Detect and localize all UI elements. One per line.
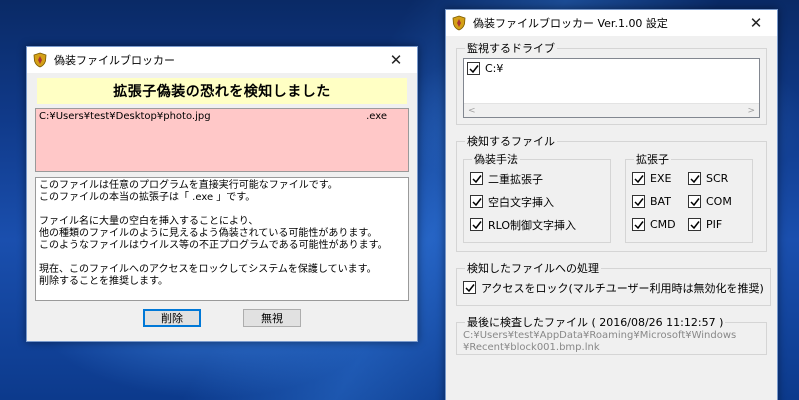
detected-extension: .exe [366,111,387,122]
checkbox-label: PIF [706,218,723,231]
checkbox-label: SCR [706,172,729,185]
extension-group: 拡張子 EXE SCR BAT COM CMD PIF [625,151,753,243]
shield-icon [452,15,466,31]
checkbox-label: COM [706,195,732,208]
method-double-ext[interactable]: 二重拡張子 [470,167,604,190]
checkbox[interactable] [632,218,645,231]
ignore-button[interactable]: 無視 [243,309,301,327]
checkmark-icon [689,220,700,229]
checkmark-icon [633,220,644,229]
drive-list[interactable]: C:¥ < > [463,58,760,118]
detect-group: 検知するファイル 偽装手法 二重拡張子 空白文字挿入 RLO制御文字挿入 拡張子… [456,133,767,252]
close-icon[interactable]: ✕ [381,49,411,71]
ext-exe[interactable]: EXE [632,167,688,190]
checkmark-icon [468,64,479,73]
lock-access-option[interactable]: アクセスをロック(マルチユーザー利用時は無効化を推奨) [463,276,764,299]
checkbox-label: 二重拡張子 [488,172,543,186]
delete-button[interactable]: 削除 [143,309,201,327]
checkbox[interactable] [688,172,701,185]
method-legend: 偽装手法 [474,153,518,166]
checkbox[interactable] [470,218,483,231]
alert-window: 偽装ファイルブロッカー ✕ 拡張子偽装の恐れを検知しました C:¥Users¥t… [26,46,418,342]
action-legend: 検知したファイルへの処理 [467,262,599,275]
checkbox-label: BAT [650,195,671,208]
shield-icon [33,52,47,68]
last-scan-group: 最後に検査したファイル ( 2016/08/26 11:12:57 ) C:¥U… [456,314,767,355]
ext-bat[interactable]: BAT [632,190,688,213]
ext-com[interactable]: COM [688,190,744,213]
checkmark-icon [471,197,482,206]
checkmark-icon [471,220,482,229]
method-space-insert[interactable]: 空白文字挿入 [470,190,604,213]
alert-titlebar[interactable]: 偽装ファイルブロッカー ✕ [27,47,417,73]
checkbox[interactable] [632,195,645,208]
ext-scr[interactable]: SCR [688,167,744,190]
checkbox[interactable] [688,218,701,231]
detect-legend: 検知するファイル [467,135,555,148]
last-scan-path-1: C:¥Users¥test¥AppData¥Roaming¥Microsoft¥… [463,330,737,341]
last-scan-legend: 最後に検査したファイル ( 2016/08/26 11:12:57 ) [467,316,724,329]
last-scan-path-2: ¥Recent¥block001.bmp.lnk [463,342,600,353]
detected-path-box: C:¥Users¥test¥Desktop¥photo.jpg .exe [35,108,409,172]
settings-title: 偽装ファイルブロッカー Ver.1.00 設定 [473,17,668,30]
drives-group: 監視するドライブ C:¥ < > [456,40,767,125]
scroll-right-icon[interactable]: > [747,106,755,116]
checkmark-icon [689,174,700,183]
alert-title: 偽装ファイルブロッカー [54,54,175,67]
method-group: 偽装手法 二重拡張子 空白文字挿入 RLO制御文字挿入 [463,151,611,243]
settings-titlebar[interactable]: 偽装ファイルブロッカー Ver.1.00 設定 ✕ [446,10,777,36]
settings-window: 偽装ファイルブロッカー Ver.1.00 設定 ✕ 監視するドライブ C:¥ <… [445,9,778,400]
checkmark-icon [471,174,482,183]
ext-legend: 拡張子 [636,153,669,166]
checkbox[interactable] [688,195,701,208]
checkbox[interactable] [632,172,645,185]
checkmark-icon [633,174,644,183]
horizontal-scrollbar[interactable]: < > [464,103,759,117]
drive-checkbox[interactable] [467,62,480,75]
checkbox-label: RLO制御文字挿入 [488,218,577,232]
detected-path: C:¥Users¥test¥Desktop¥photo.jpg [39,111,211,122]
drives-legend: 監視するドライブ [467,42,555,55]
lock-label: アクセスをロック(マルチユーザー利用時は無効化を推奨) [481,281,764,295]
method-rlo-insert[interactable]: RLO制御文字挿入 [470,213,604,236]
alert-heading: 拡張子偽装の恐れを検知しました [37,78,407,104]
checkbox-label: CMD [650,218,676,231]
checkbox-label: 空白文字挿入 [488,195,554,209]
list-item[interactable]: C:¥ [464,59,759,78]
checkbox-label: EXE [650,172,672,185]
drive-label: C:¥ [485,62,504,75]
ext-pif[interactable]: PIF [688,213,744,236]
close-icon[interactable]: ✕ [741,12,771,34]
checkmark-icon [689,197,700,206]
alert-message: このファイルは任意のプログラムを直接実行可能なファイルです。 このファイルの本当… [35,177,409,301]
checkbox[interactable] [470,172,483,185]
checkmark-icon [633,197,644,206]
action-group: 検知したファイルへの処理 アクセスをロック(マルチユーザー利用時は無効化を推奨) [456,260,771,306]
ext-cmd[interactable]: CMD [632,213,688,236]
lock-checkbox[interactable] [463,281,476,294]
scroll-left-icon[interactable]: < [468,106,476,116]
checkbox[interactable] [470,195,483,208]
checkmark-icon [464,283,475,292]
